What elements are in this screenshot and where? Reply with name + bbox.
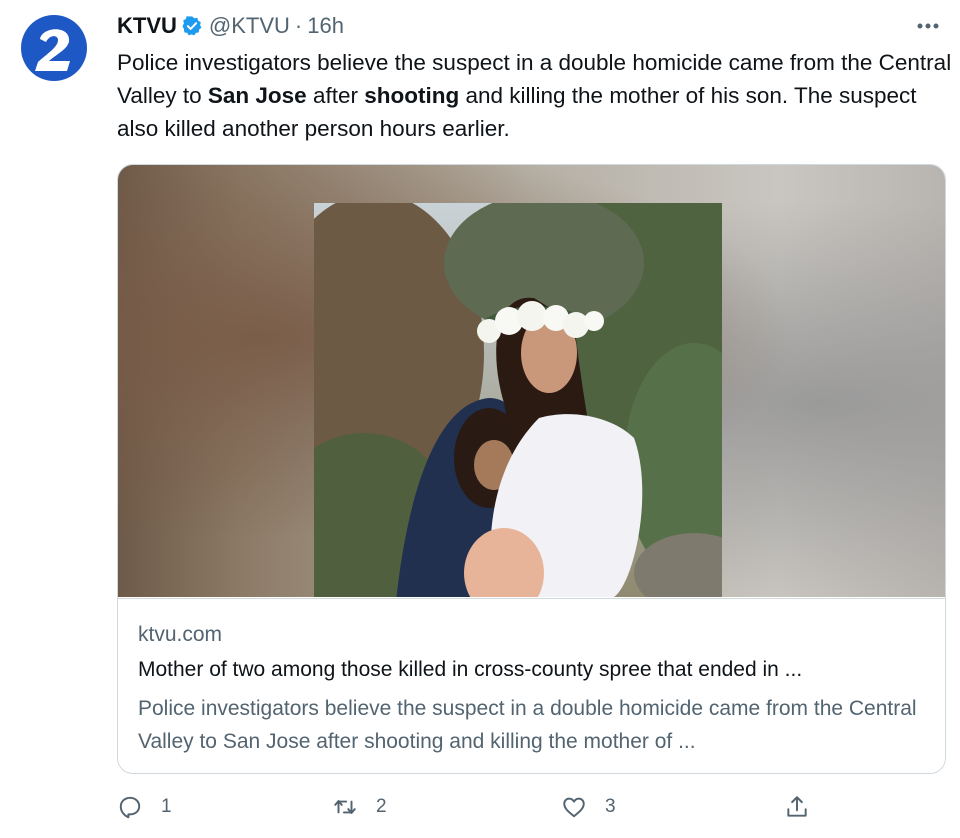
ktvu-2-logo-icon — [21, 15, 87, 81]
tweet-text-bold-shooting: shooting — [364, 83, 460, 108]
more-options-button[interactable] — [912, 16, 944, 36]
separator-dot: · — [294, 13, 303, 38]
timestamp[interactable]: 16h — [307, 13, 344, 39]
more-horizontal-icon — [917, 23, 939, 29]
share-button[interactable] — [784, 794, 810, 820]
retweet-button[interactable]: 2 — [332, 794, 387, 820]
share-icon — [787, 796, 807, 817]
display-name[interactable]: KTVU — [117, 13, 177, 39]
tweet-text: Police investigators believe the suspect… — [117, 46, 952, 145]
link-card[interactable]: ktvu.com Mother of two among those kille… — [117, 164, 946, 774]
reply-count: 1 — [161, 796, 172, 817]
avatar[interactable] — [18, 12, 90, 84]
verified-badge-icon — [182, 16, 202, 36]
card-image[interactable] — [118, 165, 945, 597]
tweet-text-bold-san-jose: San Jose — [207, 83, 307, 108]
reply-icon — [119, 796, 141, 819]
like-count: 3 — [605, 796, 616, 817]
tweet-text-segment: after — [306, 83, 365, 108]
card-domain: ktvu.com — [138, 623, 223, 646]
heart-icon — [563, 797, 585, 818]
card-description: Police investigators believe the suspect… — [138, 697, 917, 753]
retweet-icon — [334, 800, 356, 814]
handle[interactable]: @KTVU — [209, 13, 290, 39]
photo-illustration — [314, 203, 722, 597]
tweet-header: KTVU @KTVU · 16h — [117, 12, 344, 40]
retweet-count: 2 — [376, 796, 387, 817]
like-button[interactable]: 3 — [561, 794, 616, 820]
reply-button[interactable]: 1 — [117, 794, 172, 820]
card-info[interactable]: ktvu.com Mother of two among those kille… — [118, 598, 945, 773]
card-photo — [314, 203, 722, 597]
card-title: Mother of two among those killed in cros… — [138, 658, 803, 681]
tweet-actions: 1 2 3 — [117, 794, 947, 828]
